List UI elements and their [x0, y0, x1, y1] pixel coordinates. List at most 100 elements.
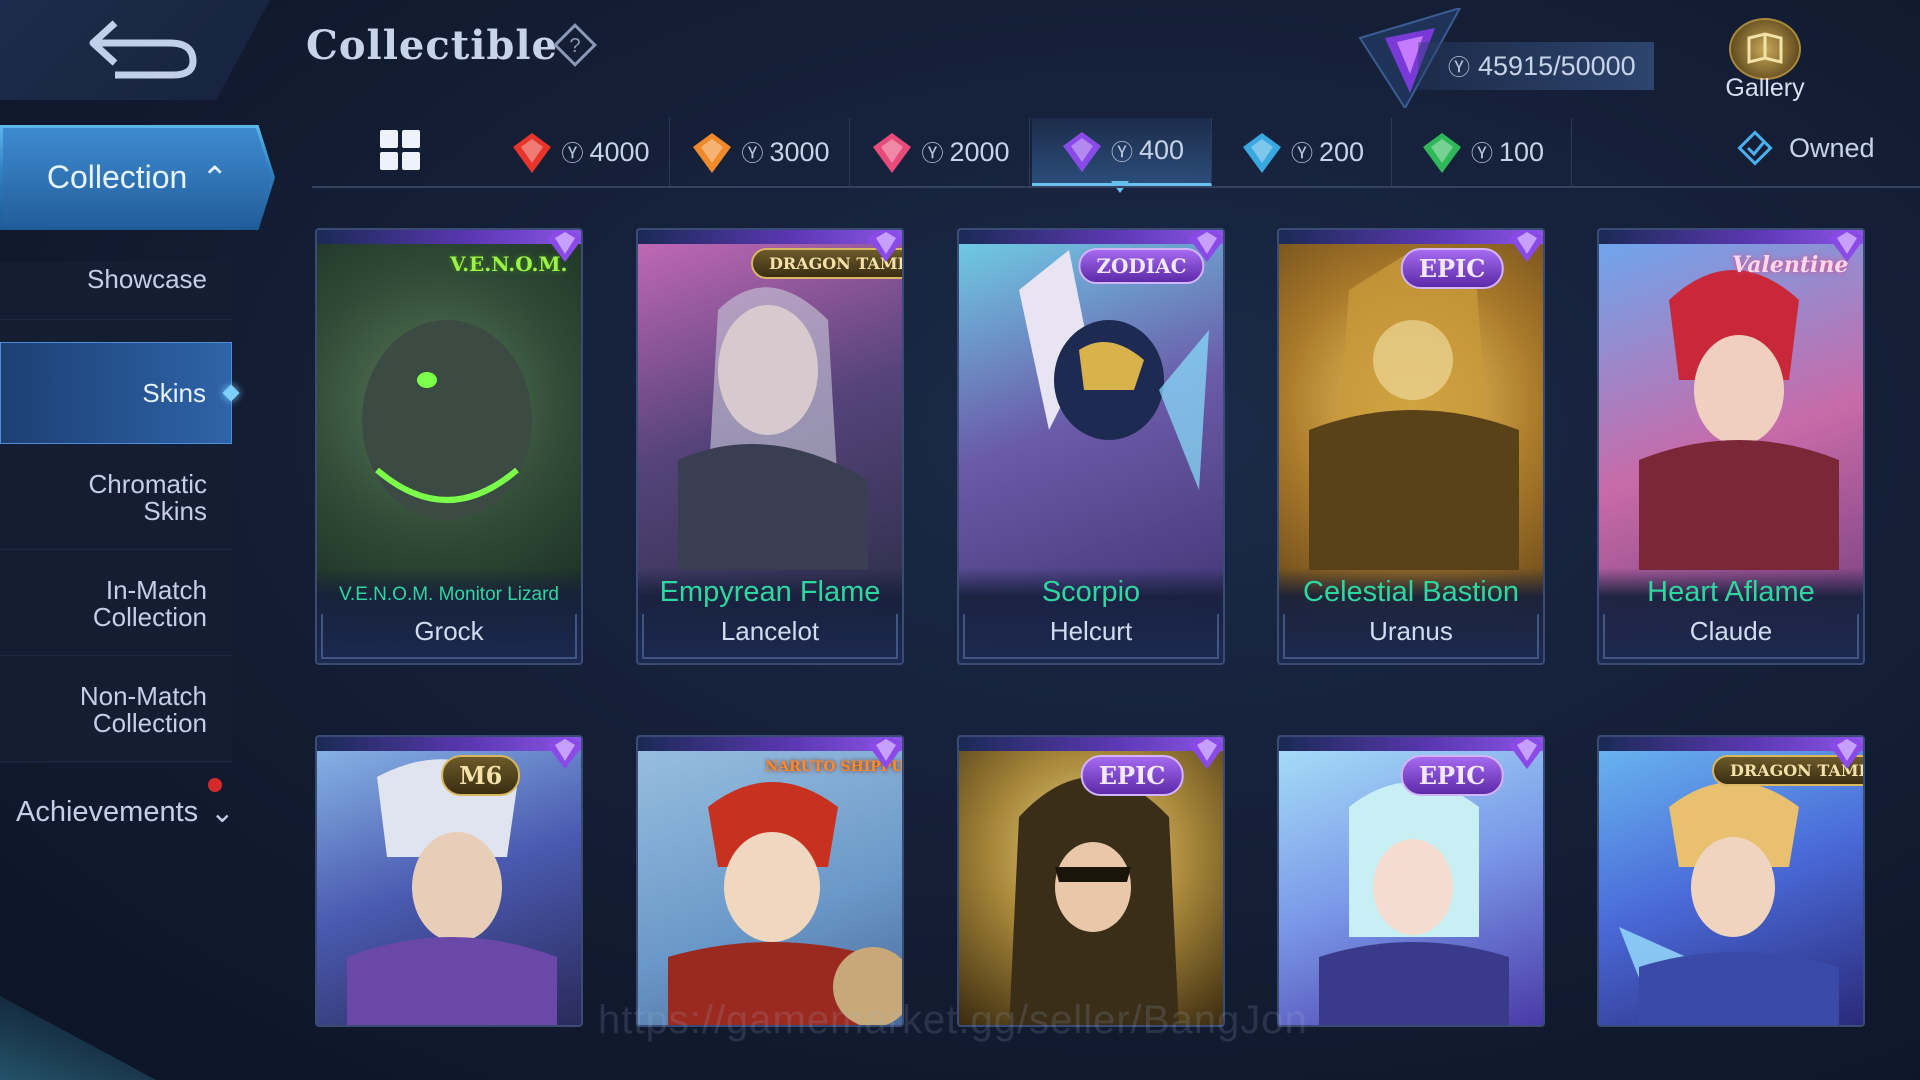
card-top-bar — [317, 737, 581, 751]
skin-card-helcurt[interactable]: ZODIAC Scorpio Helcurt — [957, 228, 1225, 665]
all-grid-icon[interactable] — [380, 130, 420, 170]
card-gem-icon — [547, 737, 581, 769]
card-top-bar — [317, 230, 581, 244]
card-gem-icon — [547, 230, 581, 262]
card-gem-icon — [1829, 230, 1863, 262]
sidebar-item-label: Non-Match Collection — [79, 680, 207, 738]
skin-card-grock[interactable]: V.E.N.O.M. V.E.N.O.M. Monitor Lizard Gro… — [315, 228, 583, 665]
card-top-bar — [959, 230, 1223, 244]
back-arrow-icon — [89, 20, 197, 79]
card-gem-icon — [1189, 230, 1223, 262]
sidebar-item-skins[interactable]: Skins — [0, 342, 240, 444]
gem-icon — [1062, 131, 1101, 172]
svg-text:?: ? — [569, 35, 580, 57]
card-info: Celestial Bastion Uranus — [1279, 568, 1543, 663]
hero-name: Grock — [414, 616, 484, 646]
tab-tier-400[interactable]: Ⓨ 400 — [1032, 118, 1212, 186]
point-coin-icon: Ⓨ — [1290, 141, 1313, 166]
sidebar-collection[interactable]: Collection ⌃ — [0, 125, 275, 230]
achievements-label: Achievements — [16, 796, 199, 828]
skin-series-badge: EPIC — [1400, 248, 1504, 289]
skin-card[interactable]: M6 — [315, 735, 583, 1027]
card-gem-icon — [1509, 737, 1543, 769]
point-coin-icon: Ⓨ — [741, 141, 764, 166]
back-button[interactable] — [70, 8, 220, 88]
tab-tier-200[interactable]: Ⓨ 200 — [1212, 118, 1392, 186]
gem-icon — [1242, 133, 1281, 173]
skin-series-badge: M6 — [441, 755, 521, 796]
card-top-bar — [1279, 230, 1543, 244]
tab-tier-3000[interactable]: Ⓨ 3000 — [670, 118, 850, 186]
card-gem-icon — [1829, 737, 1863, 769]
skin-card-uranus[interactable]: EPIC Celestial Bastion Uranus — [1277, 228, 1545, 665]
skin-name: Empyrean Flame — [659, 576, 881, 608]
card-top-bar — [1599, 737, 1863, 751]
card-top-bar — [638, 737, 902, 751]
checkbox-diamond-icon — [1737, 130, 1773, 166]
skin-name: Heart Aflame — [1647, 576, 1815, 608]
sidebar-item-in-match-collection[interactable]: In-Match Collection — [0, 552, 232, 656]
chevron-down-icon: ⌄ — [210, 797, 235, 829]
gem-icon — [873, 133, 912, 173]
sidebar-achievements[interactable]: Achievements ⌄ — [16, 795, 234, 830]
tab-tier-4000[interactable]: Ⓨ 4000 — [490, 118, 670, 186]
tab-label: 200 — [1318, 136, 1365, 167]
card-top-bar — [638, 230, 902, 244]
help-icon[interactable]: ? — [552, 22, 598, 68]
skin-art — [638, 737, 902, 1025]
tab-label: 2000 — [949, 136, 1010, 167]
point-coin-icon: Ⓨ — [1470, 141, 1493, 166]
gallery-label: Gallery — [1725, 74, 1805, 102]
corner-decoration — [0, 996, 156, 1080]
skin-name: Scorpio — [1041, 576, 1141, 608]
card-gem-icon — [1509, 230, 1543, 262]
sidebar-item-showcase[interactable]: Showcase — [0, 240, 232, 320]
collection-points: Ⓨ 45915/50000 — [1418, 42, 1654, 90]
gem-icon — [693, 133, 732, 173]
skin-card-claude[interactable]: Valentine Heart Aflame Claude — [1597, 228, 1865, 665]
gem-icon — [513, 133, 552, 173]
tab-label: 3000 — [769, 136, 830, 167]
hero-name: Helcurt — [1049, 616, 1133, 646]
selected-indicator-icon — [222, 384, 240, 402]
watermark: https://gamemarket.gg/seller/BangJon — [598, 998, 1308, 1042]
hero-name: Claude — [1689, 616, 1773, 646]
tab-tier-2000[interactable]: Ⓨ 2000 — [850, 118, 1030, 186]
point-coin-icon: Ⓨ — [561, 141, 584, 166]
skin-name: V.E.N.O.M. Monitor Lizard — [339, 584, 559, 605]
skin-card[interactable]: EPIC — [1277, 735, 1545, 1027]
skin-card[interactable]: EPIC — [957, 735, 1225, 1027]
owned-filter[interactable]: Owned — [1735, 128, 1875, 168]
point-coin-icon: Ⓨ — [1448, 55, 1471, 80]
skin-card[interactable]: NARUTO SHIPPUDEN — [636, 735, 904, 1027]
skin-card-lancelot[interactable]: DRAGON TAMER Empyrean Flame Lancelot — [636, 228, 904, 665]
hero-name: Lancelot — [720, 616, 820, 646]
gem-icon — [1422, 133, 1461, 173]
skin-card[interactable]: DRAGON TAMER — [1597, 735, 1865, 1027]
collection-points-value: 45915/50000 — [1478, 50, 1636, 81]
sidebar-item-chromatic-skins[interactable]: Chromatic Skins — [0, 446, 232, 550]
chevron-up-icon: ⌃ — [201, 159, 229, 196]
tabs-divider — [312, 186, 1920, 188]
sidebar-item-label: In-Match Collection — [92, 574, 207, 632]
card-info: Heart Aflame Claude — [1599, 568, 1863, 663]
card-gem-icon — [1189, 737, 1223, 769]
notification-dot — [208, 778, 222, 792]
gallery-button[interactable]: Gallery — [1715, 18, 1815, 108]
tab-tier-100[interactable]: Ⓨ 100 — [1392, 118, 1572, 186]
skin-name: Celestial Bastion — [1303, 576, 1519, 608]
owned-label: Owned — [1789, 132, 1875, 163]
sidebar-item-label: Showcase — [87, 264, 207, 294]
card-top-bar — [1279, 737, 1543, 751]
card-top-bar — [959, 737, 1223, 751]
sidebar-item-non-match-collection[interactable]: Non-Match Collection — [0, 658, 232, 762]
card-gem-icon — [868, 230, 902, 262]
hero-name: Uranus — [1369, 616, 1453, 646]
skin-series-badge: EPIC — [1400, 755, 1504, 796]
tab-label: 4000 — [589, 136, 650, 167]
card-info: Empyrean Flame Lancelot — [638, 568, 902, 663]
sidebar-item-label: Chromatic Skins — [88, 468, 207, 526]
gallery-book-icon — [1729, 18, 1801, 80]
tab-label: 400 — [1138, 135, 1185, 165]
tab-label: 100 — [1498, 136, 1545, 167]
